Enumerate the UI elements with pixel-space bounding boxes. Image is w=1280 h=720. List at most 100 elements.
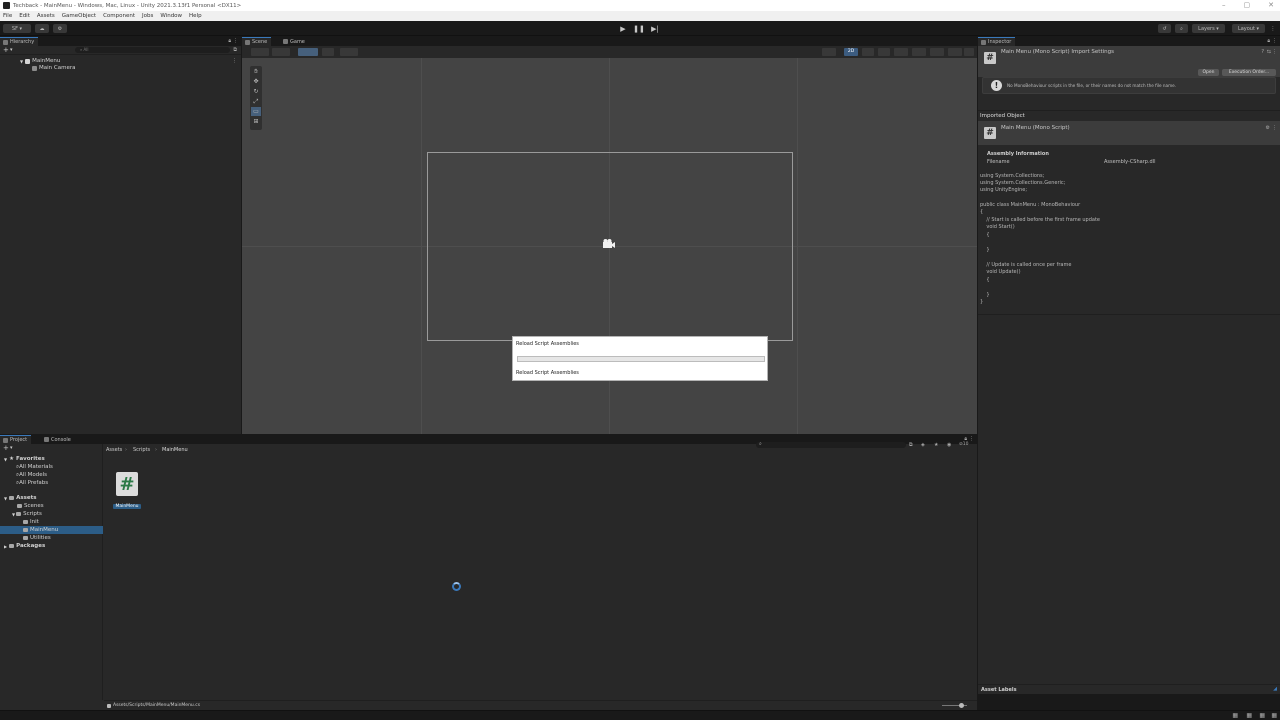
- breadcrumb-item[interactable]: Assets: [106, 447, 122, 453]
- more-icon[interactable]: ⋮: [1272, 49, 1277, 55]
- hierarchy-item-main-camera[interactable]: Main Camera: [0, 64, 241, 72]
- zoom-slider[interactable]: [942, 703, 967, 708]
- expand-arrow-icon[interactable]: ▼: [4, 496, 7, 501]
- zoom-slider-handle[interactable]: [959, 703, 964, 708]
- chevron-down-icon[interactable]: ▾: [10, 445, 13, 451]
- tab-inspector[interactable]: Inspector: [978, 37, 1016, 46]
- tree-favorites[interactable]: ▼ ★ Favorites: [4, 455, 45, 463]
- execution-order-button[interactable]: Execution Order...: [1222, 69, 1276, 76]
- maximize-icon[interactable]: ▢: [1244, 1, 1251, 9]
- more-icon[interactable]: ⋮: [1272, 125, 1277, 131]
- hidden-count-badge[interactable]: ⊘10: [959, 442, 969, 447]
- add-icon[interactable]: +: [3, 444, 9, 452]
- layout-dropdown[interactable]: Layout ▾: [1232, 24, 1265, 33]
- gizmos-button[interactable]: [948, 48, 962, 56]
- close-icon[interactable]: ✕: [1268, 1, 1274, 9]
- tree-fav-item[interactable]: ⌕ All Models: [16, 471, 47, 479]
- search-icon[interactable]: ⌕: [1175, 24, 1188, 33]
- chevron-down-icon[interactable]: ▾: [10, 47, 13, 53]
- menu-jobs[interactable]: Jobs: [142, 13, 153, 19]
- filter-icon[interactable]: ⧉: [233, 47, 237, 53]
- tree-folder[interactable]: ▼ Scripts: [12, 510, 42, 518]
- move-tool-icon[interactable]: ✥: [251, 77, 261, 86]
- hierarchy-search-input[interactable]: ⌕ All: [75, 47, 230, 53]
- tree-fav-item[interactable]: ⌕ All Materials: [16, 463, 53, 471]
- expand-arrow-icon[interactable]: ▼: [12, 512, 15, 517]
- add-icon[interactable]: +: [3, 46, 9, 54]
- collab-icon[interactable]: ⚙: [53, 24, 67, 33]
- cloud-icon[interactable]: ☁: [35, 24, 49, 33]
- camera-settings-button[interactable]: [930, 48, 944, 56]
- favorite-icon[interactable]: ★: [934, 442, 938, 448]
- lock-icon[interactable]: 🔒︎: [228, 38, 231, 44]
- global-button[interactable]: [298, 48, 318, 56]
- tab-project[interactable]: Project: [0, 435, 32, 444]
- menu-gameobject[interactable]: GameObject: [62, 13, 96, 19]
- grid-snap-button[interactable]: [322, 48, 334, 56]
- filter-label-icon[interactable]: ◈: [921, 442, 925, 448]
- labels-icon[interactable]: ◢: [1273, 686, 1277, 692]
- help-icon[interactable]: ?: [1261, 49, 1264, 55]
- progress-icon[interactable]: ▦: [1232, 712, 1238, 719]
- more-icon[interactable]: ⋮: [1268, 24, 1278, 33]
- expand-arrow-icon[interactable]: ▼: [20, 59, 23, 64]
- scale-tool-icon[interactable]: ⤢: [251, 97, 261, 106]
- tab-game[interactable]: Game: [280, 37, 309, 46]
- camera-gizmo-icon[interactable]: [602, 238, 616, 249]
- minimize-icon[interactable]: –: [1222, 1, 1226, 9]
- asset-file-item[interactable]: # MainMenu: [113, 472, 143, 516]
- filter-type-icon[interactable]: ⧉: [909, 442, 913, 448]
- rotate-tool-icon[interactable]: ↻: [251, 87, 261, 96]
- hidden-objects-button[interactable]: [912, 48, 926, 56]
- pause-button[interactable]: ❚❚: [633, 25, 645, 33]
- menu-help[interactable]: Help: [189, 13, 202, 19]
- rect-tool-icon[interactable]: ▭: [251, 107, 261, 116]
- menu-file[interactable]: File: [3, 13, 12, 19]
- history-icon[interactable]: ↺: [1158, 24, 1171, 33]
- panel-menu-icon[interactable]: ⋮: [233, 38, 238, 44]
- lighting-button[interactable]: [862, 48, 874, 56]
- breadcrumb-item[interactable]: MainMenu: [162, 447, 188, 453]
- play-button[interactable]: ▶: [618, 25, 628, 33]
- open-button[interactable]: Open: [1198, 69, 1219, 76]
- scene-menu-button[interactable]: [964, 48, 974, 56]
- tree-packages[interactable]: ▶ Packages: [4, 542, 45, 550]
- tree-assets[interactable]: ▼ Assets: [4, 494, 37, 502]
- debug-icon[interactable]: ▦: [1246, 712, 1252, 719]
- tab-console[interactable]: Console: [41, 435, 75, 444]
- expand-arrow-icon[interactable]: ▶: [4, 544, 7, 549]
- menu-edit[interactable]: Edit: [19, 13, 30, 19]
- tree-folder[interactable]: Init: [23, 518, 39, 526]
- menu-assets[interactable]: Assets: [37, 13, 55, 19]
- tree-folder[interactable]: Utilities: [23, 534, 51, 542]
- tree-fav-item[interactable]: ⌕ All Prefabs: [16, 479, 48, 487]
- draw-mode-button[interactable]: [251, 48, 269, 56]
- cache-icon[interactable]: ▦: [1259, 712, 1265, 719]
- panel-menu-icon[interactable]: ⋮: [1272, 38, 1277, 44]
- menu-component[interactable]: Component: [103, 13, 135, 19]
- transform-tool-icon[interactable]: ⊞: [251, 117, 261, 126]
- step-button[interactable]: ▶|: [650, 25, 660, 33]
- pivot-button[interactable]: [272, 48, 290, 56]
- toggle-2d-button[interactable]: 2D: [844, 48, 858, 56]
- tab-hierarchy[interactable]: Hierarchy: [0, 37, 39, 46]
- expand-arrow-icon[interactable]: ▼: [4, 457, 7, 462]
- project-search-input[interactable]: ⌕: [756, 441, 906, 448]
- breadcrumb-item[interactable]: Scripts: [133, 447, 150, 453]
- asset-labels-bar[interactable]: Asset Labels ◢: [978, 684, 1280, 694]
- audio-button[interactable]: [878, 48, 890, 56]
- visibility-icon[interactable]: ◉: [947, 442, 951, 448]
- notifications-icon[interactable]: ▦: [1271, 712, 1277, 719]
- tree-folder[interactable]: Scenes: [17, 502, 44, 510]
- settings-icon[interactable]: ⇆: [1267, 49, 1271, 55]
- panel-menu-icon[interactable]: ⋮: [969, 436, 974, 442]
- account-button[interactable]: SF ▾: [3, 24, 31, 33]
- settings-icon[interactable]: ⚙: [1266, 125, 1270, 131]
- tree-folder-selected[interactable]: MainMenu: [0, 526, 103, 534]
- increment-snap-button[interactable]: [340, 48, 358, 56]
- tab-scene[interactable]: Scene: [242, 37, 272, 46]
- menu-window[interactable]: Window: [160, 13, 182, 19]
- effects-button[interactable]: [894, 48, 908, 56]
- layers-dropdown[interactable]: Layers ▾: [1192, 24, 1225, 33]
- lock-icon[interactable]: 🔒︎: [1267, 38, 1270, 44]
